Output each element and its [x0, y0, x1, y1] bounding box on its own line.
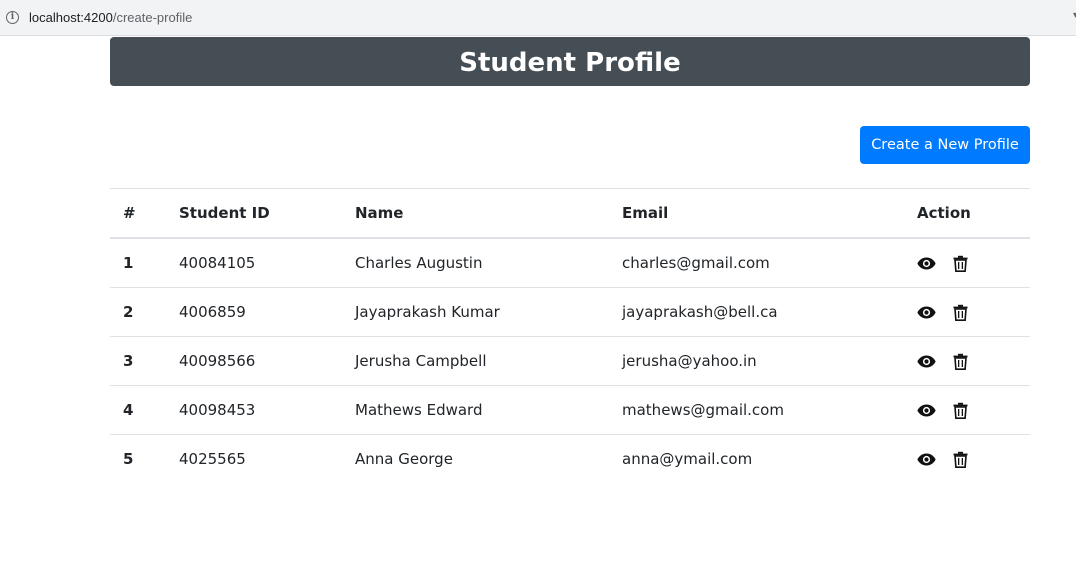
- delete-icon[interactable]: [953, 451, 968, 468]
- page-title: Student Profile: [459, 48, 681, 78]
- row-name: Anna George: [342, 434, 609, 483]
- row-email: mathews@gmail.com: [609, 385, 904, 435]
- row-actions: [904, 237, 1030, 288]
- row-index: 4: [110, 385, 166, 435]
- table-row: 2 4006859 Jayaprakash Kumar jayaprakash@…: [110, 287, 1030, 337]
- row-index: 5: [110, 434, 166, 483]
- row-student-id: 40098566: [166, 336, 342, 386]
- view-icon[interactable]: [917, 355, 936, 368]
- row-name: Jerusha Campbell: [342, 336, 609, 386]
- row-student-id: 40084105: [166, 237, 342, 288]
- delete-icon[interactable]: [953, 304, 968, 321]
- table-row: 4 40098453 Mathews Edward mathews@gmail.…: [110, 385, 1030, 435]
- row-name: Charles Augustin: [342, 237, 609, 288]
- row-index: 1: [110, 237, 166, 288]
- row-email: jayaprakash@bell.ca: [609, 287, 904, 337]
- row-actions: [904, 434, 1030, 483]
- row-email: anna@ymail.com: [609, 434, 904, 483]
- url-path: /create-profile: [112, 10, 193, 25]
- column-header-name: Name: [342, 188, 609, 239]
- row-actions: [904, 336, 1030, 386]
- create-new-profile-button[interactable]: Create a New Profile: [860, 126, 1030, 164]
- page-header: Student Profile: [110, 37, 1030, 86]
- row-actions: [904, 287, 1030, 337]
- row-name: Mathews Edward: [342, 385, 609, 435]
- browser-address-bar[interactable]: i localhost:4200/create-profile ▾: [0, 0, 1076, 36]
- table-header-row: # Student ID Name Email Action: [110, 188, 1030, 239]
- column-header-email: Email: [609, 188, 904, 239]
- url-host: localhost:4200: [29, 10, 113, 25]
- row-email: charles@gmail.com: [609, 237, 904, 288]
- delete-icon[interactable]: [953, 353, 968, 370]
- row-student-id: 4006859: [166, 287, 342, 337]
- row-index: 3: [110, 336, 166, 386]
- view-icon[interactable]: [917, 453, 936, 466]
- row-email: jerusha@yahoo.in: [609, 336, 904, 386]
- delete-icon[interactable]: [953, 402, 968, 419]
- table-row: 1 40084105 Charles Augustin charles@gmai…: [110, 237, 1030, 288]
- row-student-id: 4025565: [166, 434, 342, 483]
- table-row: 5 4025565 Anna George anna@ymail.com: [110, 434, 1030, 483]
- column-header-student-id: Student ID: [166, 188, 342, 239]
- row-name: Jayaprakash Kumar: [342, 287, 609, 337]
- student-profile-table: # Student ID Name Email Action 1 4008410…: [110, 188, 1030, 483]
- view-icon[interactable]: [917, 306, 936, 319]
- site-info-icon[interactable]: i: [6, 11, 19, 24]
- row-student-id: 40098453: [166, 385, 342, 435]
- table-row: 3 40098566 Jerusha Campbell jerusha@yaho…: [110, 336, 1030, 386]
- view-icon[interactable]: [917, 257, 936, 270]
- row-actions: [904, 385, 1030, 435]
- view-icon[interactable]: [917, 404, 936, 417]
- url-text[interactable]: localhost:4200/create-profile: [29, 10, 192, 25]
- column-header-action: Action: [904, 188, 1030, 239]
- column-header-index: #: [110, 188, 166, 239]
- row-index: 2: [110, 287, 166, 337]
- delete-icon[interactable]: [953, 255, 968, 272]
